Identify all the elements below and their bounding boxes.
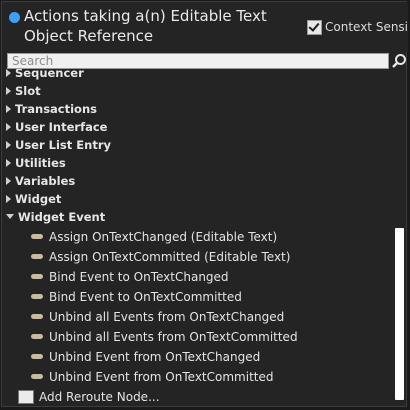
- event-node-icon: [31, 234, 43, 239]
- action-item[interactable]: Unbind all Events from OnTextChanged: [31, 308, 284, 326]
- menu-title: Actions taking a(n) Editable Text Object…: [24, 7, 267, 45]
- category-transactions[interactable]: Transactions: [6, 100, 97, 118]
- scrollbar-thumb[interactable]: [395, 228, 404, 400]
- search-icon[interactable]: [391, 53, 407, 69]
- expand-arrow-icon[interactable]: [6, 140, 11, 149]
- search-input[interactable]: Search: [7, 53, 389, 69]
- expand-arrow-icon[interactable]: [6, 176, 11, 185]
- category-user-list-entry[interactable]: User List Entry: [6, 136, 111, 154]
- expand-arrow-icon[interactable]: [6, 69, 11, 77]
- menu-header: Actions taking a(n) Editable Text Object…: [2, 2, 408, 52]
- context-sensitive-checkbox[interactable]: [307, 19, 322, 35]
- collapse-arrow-icon[interactable]: [6, 214, 14, 219]
- event-node-icon: [31, 274, 43, 279]
- event-node-icon: [31, 334, 43, 339]
- add-reroute-node-item[interactable]: Add Reroute Node...: [18, 388, 160, 406]
- action-item[interactable]: Unbind all Events from OnTextCommitted: [31, 328, 298, 346]
- category-slot[interactable]: Slot: [6, 82, 41, 100]
- action-item[interactable]: Bind Event to OnTextCommitted: [31, 288, 242, 306]
- category-variables[interactable]: Variables: [6, 172, 75, 190]
- event-node-icon: [31, 314, 43, 319]
- action-item[interactable]: Bind Event to OnTextChanged: [31, 268, 229, 286]
- category-widget-event[interactable]: Widget Event: [6, 208, 105, 226]
- reroute-node-icon: [18, 389, 34, 404]
- blue-dot-icon: [9, 12, 20, 23]
- action-list: Sequencer Slot Transactions User Interfa…: [6, 69, 392, 389]
- expand-arrow-icon[interactable]: [6, 104, 11, 113]
- expand-arrow-icon[interactable]: [6, 194, 11, 203]
- action-menu-window: Actions taking a(n) Editable Text Object…: [1, 1, 408, 407]
- expand-arrow-icon[interactable]: [6, 86, 11, 95]
- category-sequencer[interactable]: Sequencer: [6, 69, 84, 82]
- event-node-icon: [31, 294, 43, 299]
- category-widget[interactable]: Widget: [6, 190, 61, 208]
- context-sensitive-toggle[interactable]: Context Sensitive: [307, 18, 407, 36]
- category-user-interface[interactable]: User Interface: [6, 118, 107, 136]
- expand-arrow-icon[interactable]: [6, 122, 11, 131]
- action-item[interactable]: Assign OnTextChanged (Editable Text): [31, 228, 277, 246]
- action-item[interactable]: Unbind Event from OnTextCommitted: [31, 368, 273, 386]
- event-node-icon: [31, 254, 43, 259]
- event-node-icon: [31, 374, 43, 379]
- context-sensitive-label: Context Sensitive: [325, 20, 407, 34]
- action-item[interactable]: Unbind Event from OnTextChanged: [31, 348, 260, 366]
- action-item[interactable]: Assign OnTextCommitted (Editable Text): [31, 248, 290, 266]
- expand-arrow-icon[interactable]: [6, 158, 11, 167]
- event-node-icon: [31, 354, 43, 359]
- category-utilities[interactable]: Utilities: [6, 154, 66, 172]
